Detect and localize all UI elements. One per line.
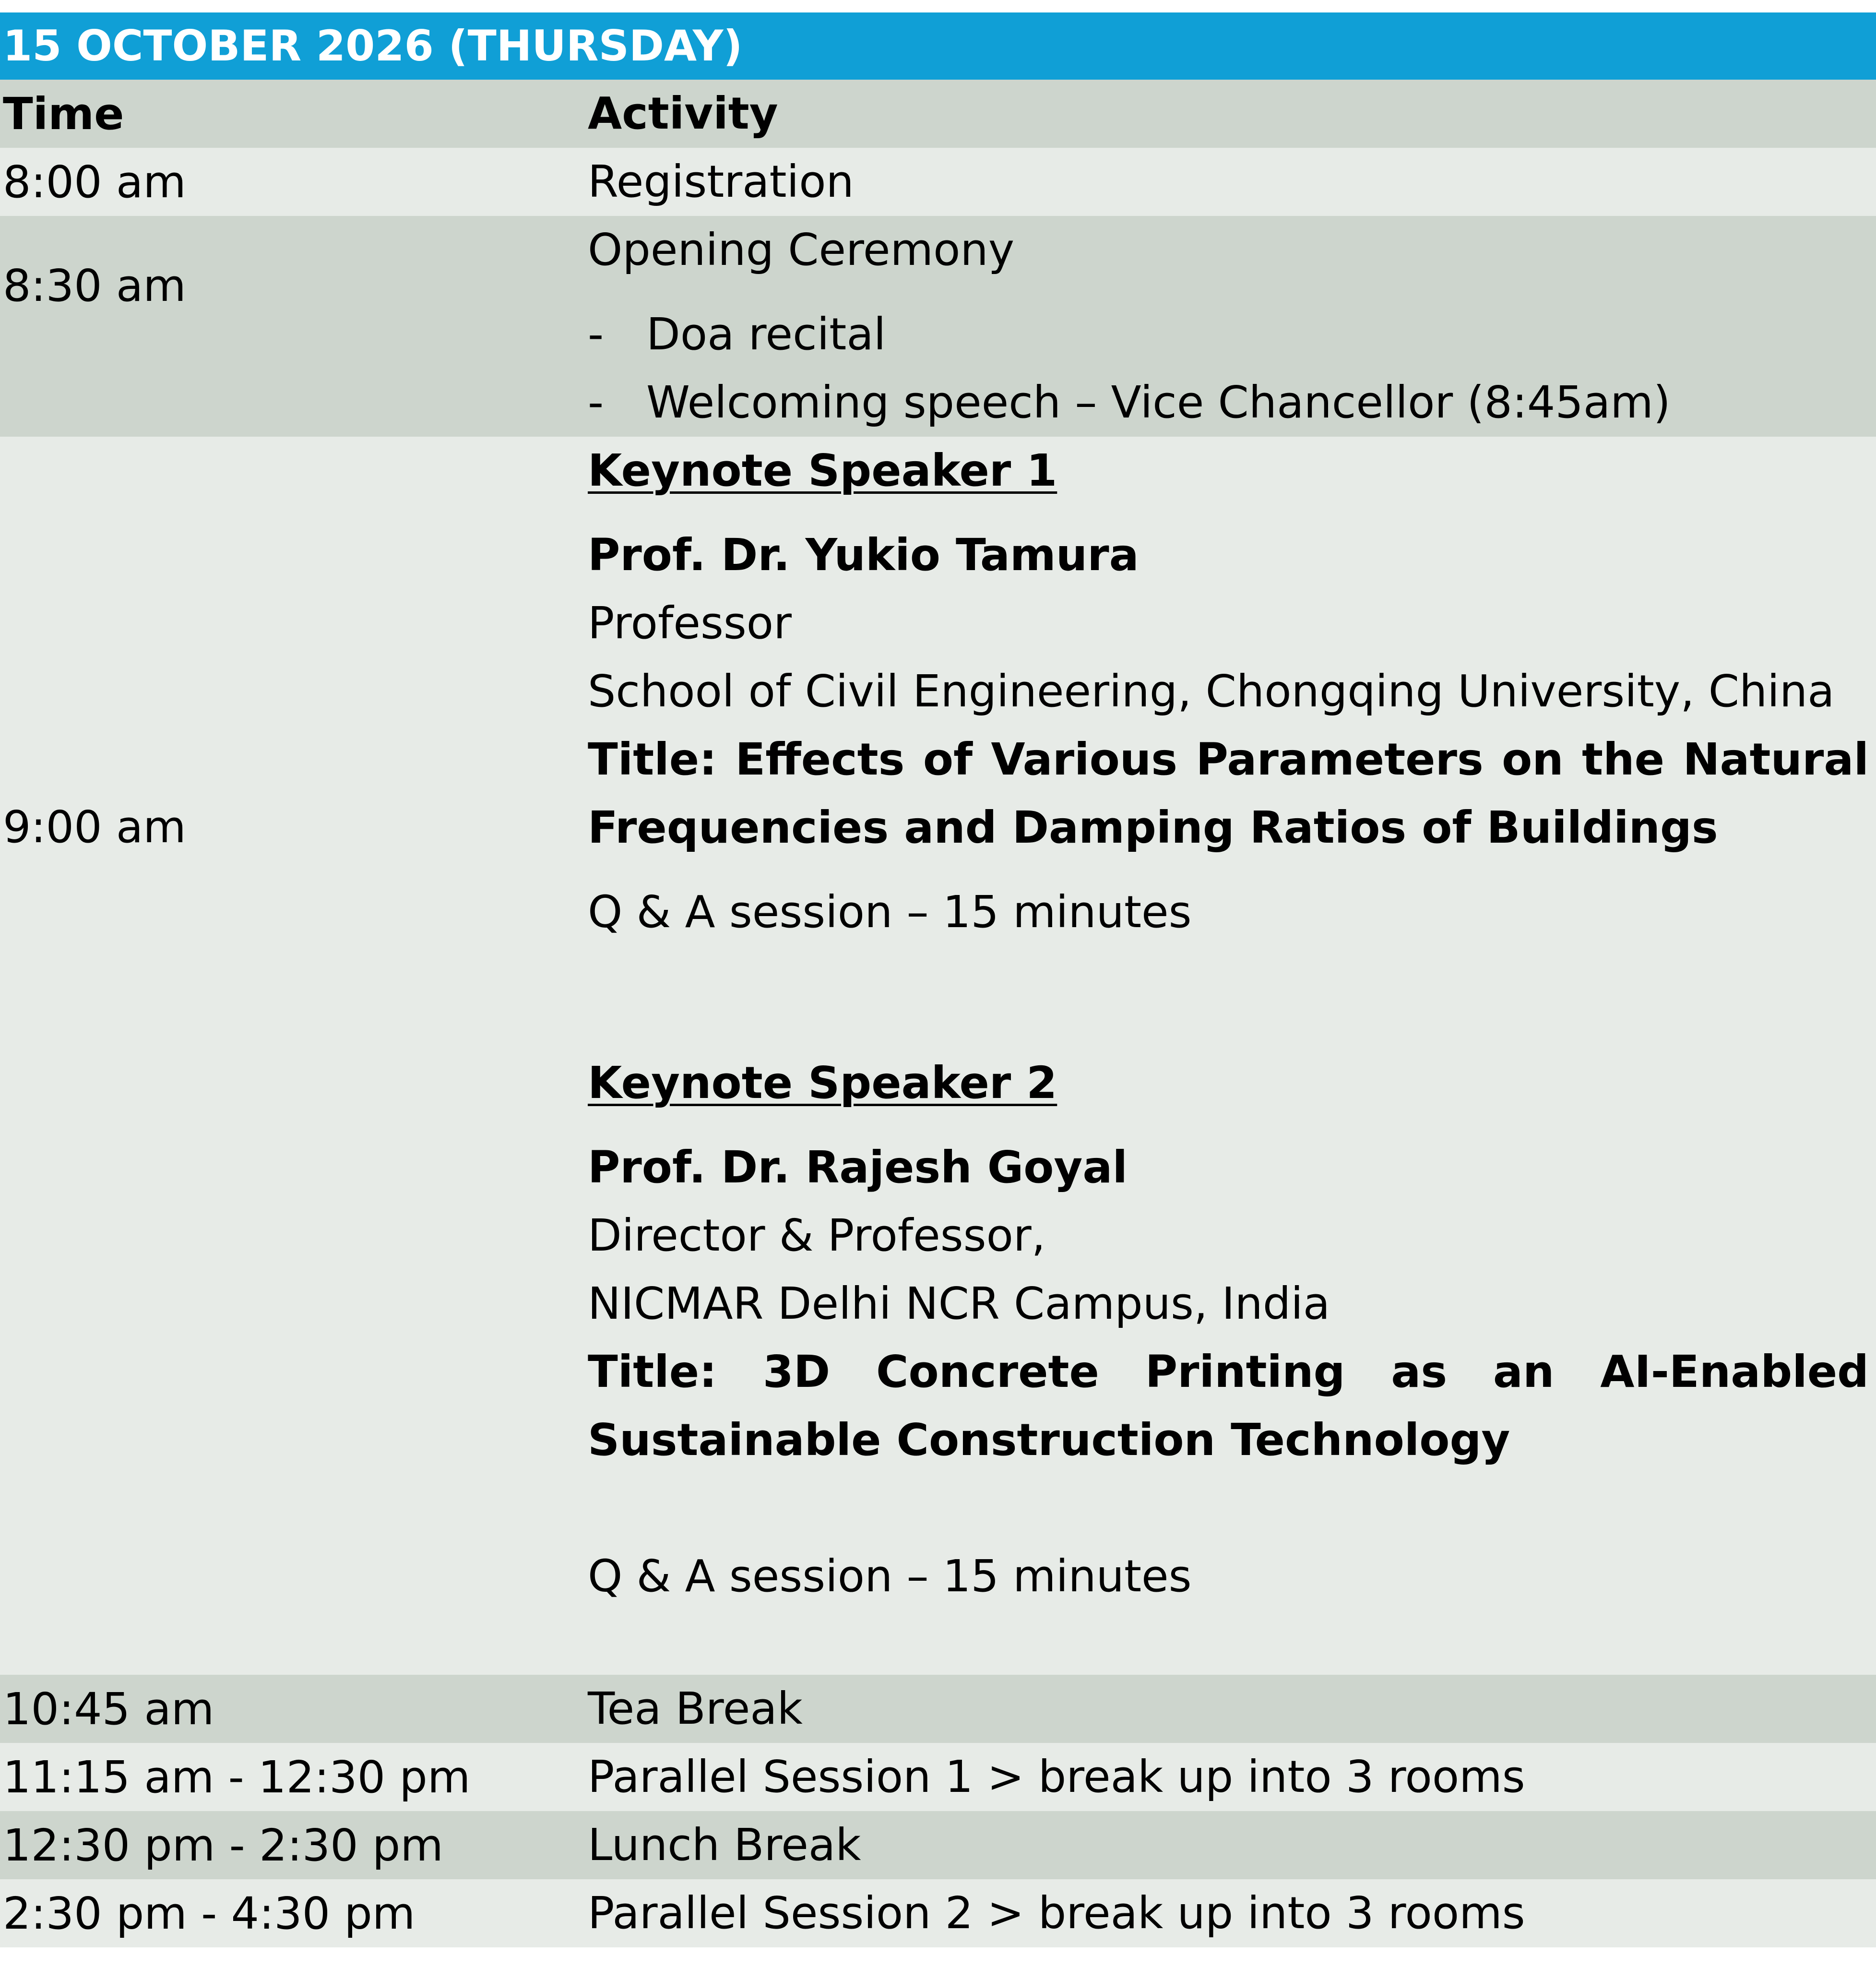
table-row-tea-break: 10:45 am Tea Break: [0, 1675, 1876, 1743]
keynote-2-title-line-1: Title: 3D Concrete Printing as an AI-Ena…: [588, 1346, 1869, 1397]
time-cell: 8:00 am: [3, 156, 186, 208]
activity-cell: Parallel Session 1 > break up into 3 roo…: [588, 1751, 1525, 1802]
table-row-keynotes: 9:00 am Keynote Speaker 1 Prof. Dr. Yuki…: [0, 437, 1876, 1675]
table-row-registration: 8:00 am Registration: [0, 148, 1876, 216]
time-cell: 8:30 am: [3, 260, 186, 311]
opening-bullet-2: - Welcoming speech – Vice Chancellor (8:…: [588, 369, 1835, 437]
keynote-2-qa: Q & A session – 15 minutes: [588, 1551, 1192, 1602]
keynote-1-title-line-1: Title: Effects of Various Parameters on …: [588, 734, 1869, 785]
keynote-2-heading: Keynote Speaker 2: [588, 1057, 1057, 1109]
keynote-2-title-line-2: Sustainable Construction Technology: [588, 1414, 1510, 1466]
keynote-1-heading: Keynote Speaker 1: [588, 445, 1057, 496]
table-row-parallel-session-2: 2:30 pm - 4:30 pm Parallel Session 2 > b…: [0, 1879, 1876, 1947]
activity-cell: Tea Break: [588, 1683, 803, 1734]
schedule-table: 15 OCTOBER 2026 (THURSDAY) Time Activity…: [0, 12, 1876, 1947]
opening-bullet-1: - Doa recital: [588, 300, 1835, 369]
activity-cell: Lunch Break: [588, 1819, 861, 1871]
keynote-2-name: Prof. Dr. Rajesh Goyal: [588, 1142, 1128, 1193]
table-row-opening: 8:30 am Opening Ceremony - Doa recital -…: [0, 216, 1876, 437]
time-cell: 9:00 am: [3, 801, 186, 853]
activity-cell: Registration: [588, 156, 854, 207]
activity-cell: Keynote Speaker 1 Prof. Dr. Yukio Tamura…: [588, 437, 1871, 1675]
keynote-1-position: Professor: [588, 597, 792, 649]
keynote-2-affiliation: NICMAR Delhi NCR Campus, India: [588, 1278, 1330, 1329]
bullet-dash: -: [588, 377, 604, 428]
keynote-1-qa: Q & A session – 15 minutes: [588, 886, 1192, 938]
keynote-1-name: Prof. Dr. Yukio Tamura: [588, 529, 1139, 581]
activity-cell: Opening Ceremony - Doa recital - Welcomi…: [588, 216, 1871, 437]
time-cell: 10:45 am: [3, 1683, 214, 1735]
time-column-header: Time: [3, 88, 124, 140]
bullet-dash: -: [588, 309, 604, 360]
column-header-row: Time Activity: [0, 80, 1876, 148]
activity-cell: Parallel Session 2 > break up into 3 roo…: [588, 1887, 1525, 1939]
table-row-parallel-session-1: 11:15 am - 12:30 pm Parallel Session 1 >…: [0, 1743, 1876, 1811]
time-cell: 11:15 am - 12:30 pm: [3, 1751, 471, 1803]
keynote-2-position: Director & Professor,: [588, 1210, 1045, 1261]
day-header: 15 OCTOBER 2026 (THURSDAY): [0, 12, 1876, 80]
activity-column-header: Activity: [588, 88, 778, 139]
table-row-lunch-break: 12:30 pm - 2:30 pm Lunch Break: [0, 1811, 1876, 1879]
bullet-text: Doa recital: [646, 309, 886, 360]
opening-ceremony-label: Opening Ceremony: [588, 224, 1015, 275]
time-cell: 2:30 pm - 4:30 pm: [3, 1887, 416, 1939]
bullet-text: Welcoming speech – Vice Chancellor (8:45…: [646, 377, 1671, 428]
keynote-1-title-line-2: Frequencies and Damping Ratios of Buildi…: [588, 802, 1718, 853]
time-cell: 12:30 pm - 2:30 pm: [3, 1819, 443, 1871]
keynote-1-affiliation: School of Civil Engineering, Chongqing U…: [588, 666, 1835, 717]
